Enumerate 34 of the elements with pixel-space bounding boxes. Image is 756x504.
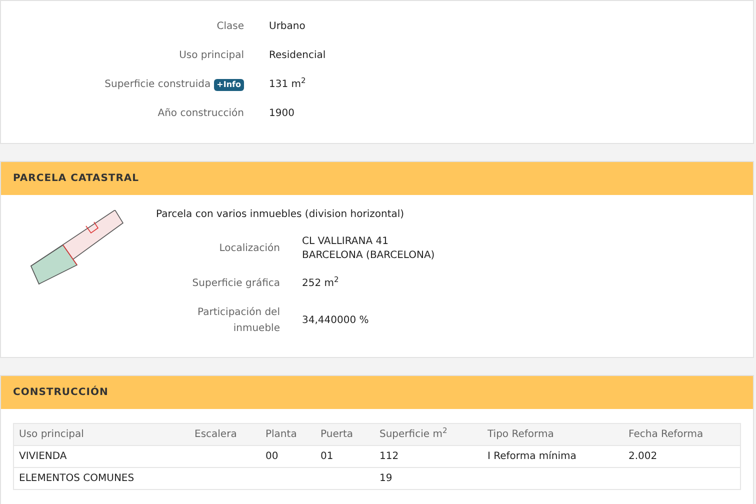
parcel-description: Parcela con varios inmuebles (division horizontal) <box>156 208 406 222</box>
info-badge[interactable]: +Info <box>214 78 244 90</box>
field-label: Uso principal <box>179 49 244 63</box>
field-value: BARCELONA (BARCELONA) <box>302 249 435 263</box>
table-cell: 2.002 <box>624 446 740 468</box>
table-cell: 19 <box>374 468 482 490</box>
table-cell: VIVIENDA <box>14 446 190 468</box>
column-header: Fecha Reforma <box>624 424 740 446</box>
column-header: Escalera <box>190 424 260 446</box>
section-header: CONSTRUCCIÓN <box>1 376 753 409</box>
table-cell: 112 <box>374 446 482 468</box>
field-label: Superficie gráfica <box>191 277 280 291</box>
column-header: Uso principal <box>14 424 190 446</box>
table-cell: 00 <box>260 446 316 468</box>
field-label: Superficie construida <box>104 78 211 92</box>
field-value: CL VALLIRANA 41 <box>302 235 390 249</box>
field-label: Localización <box>218 242 280 256</box>
field-value: 1900 <box>269 107 294 121</box>
field-label: Clase <box>216 20 244 34</box>
table-cell: ELEMENTOS COMUNES <box>14 468 190 490</box>
field-label: Año construcción <box>158 107 244 121</box>
column-header: Puerta <box>316 424 374 446</box>
section-header: PARCELA CATASTRAL <box>1 162 753 195</box>
field-value: Urbano <box>269 20 306 34</box>
column-header: Superficie m$^{2}$ <box>374 424 482 446</box>
column-header: Planta <box>260 424 316 446</box>
table-cell: I Reforma mínima <box>482 446 624 468</box>
column-header: Tipo Reforma <box>482 424 624 446</box>
field-label: Participación del inmueble <box>196 306 280 336</box>
field-value: Residencial <box>269 49 326 63</box>
field-value: 252 m$^{2}$ <box>302 277 339 291</box>
table-cell: 01 <box>316 446 374 468</box>
field-value: 34,440000 % <box>302 314 369 328</box>
field-value: 131 m$^{2}$ <box>269 77 306 92</box>
